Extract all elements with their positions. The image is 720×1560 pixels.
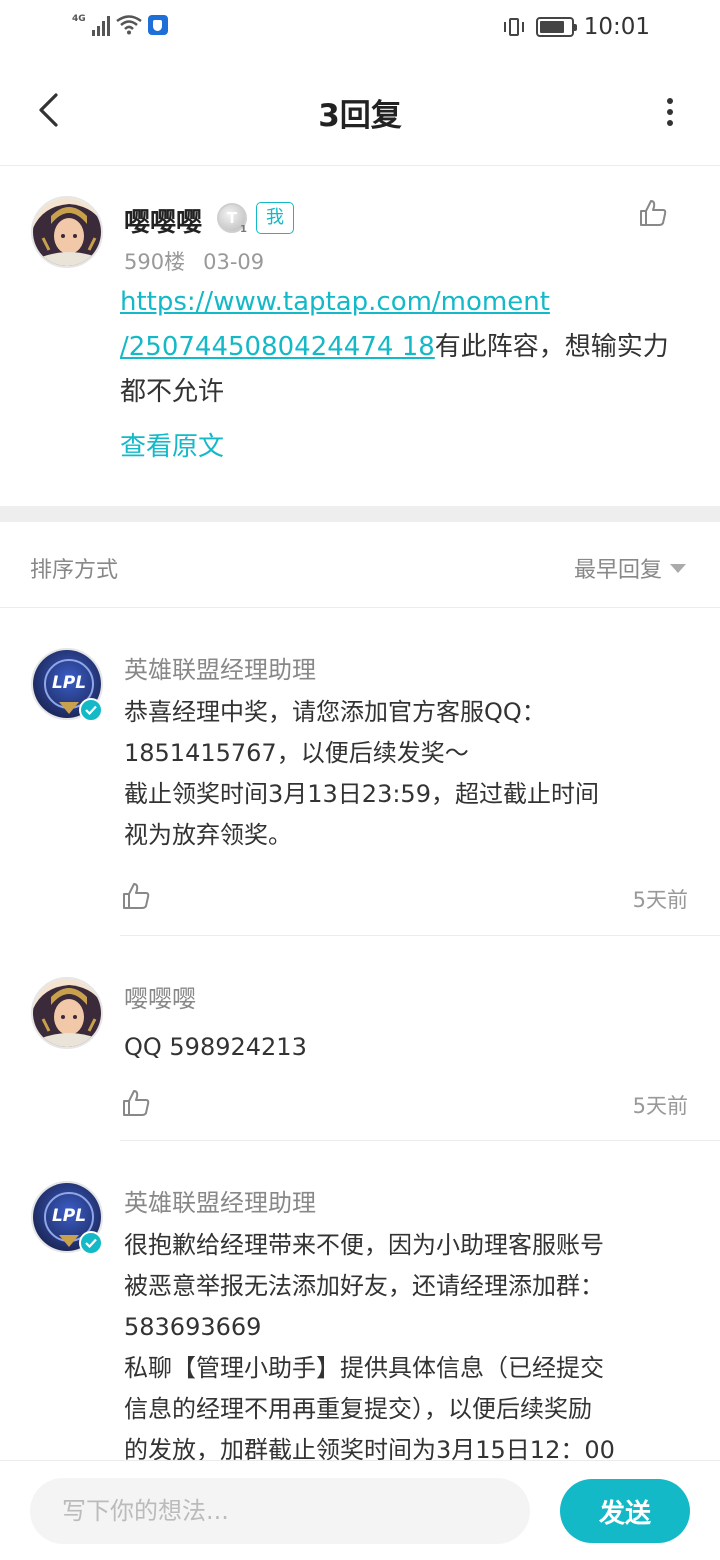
avatar[interactable] xyxy=(31,196,103,268)
sort-bar: 排序方式 最早回复 xyxy=(0,522,720,608)
reply-author[interactable]: 嘤嘤嘤 xyxy=(124,979,196,1014)
reply-divider xyxy=(120,935,720,936)
dot xyxy=(667,98,673,104)
battery-fill xyxy=(539,21,564,33)
verified-badge-icon xyxy=(79,1231,103,1255)
page-title: 3回复 xyxy=(318,98,402,134)
reply-author[interactable]: 英雄联盟经理助理 xyxy=(124,650,316,685)
post-author-name[interactable]: 嘤嘤嘤 xyxy=(124,202,202,239)
vibrate-icon xyxy=(502,16,526,38)
send-button[interactable]: 发送 xyxy=(560,1479,690,1543)
link-line-2: /2507445080424474 18 xyxy=(120,332,435,362)
wifi-icon xyxy=(115,15,142,35)
status-left: 4G xyxy=(72,14,168,36)
reply-text: 恭喜经理中奖，请您添加官方客服QQ： 1851415767，以便后续发奖～ 截止… xyxy=(124,698,599,849)
reply-divider xyxy=(120,1140,720,1141)
network-type: 4G xyxy=(72,14,86,24)
post-content: https://www.taptap.com/moment/2507445080… xyxy=(120,280,680,415)
level-letter: T xyxy=(226,209,238,227)
status-bar: 4G 10:01 xyxy=(0,0,720,56)
level-badge: T 1 xyxy=(217,203,247,235)
caret-down-icon xyxy=(670,563,686,573)
dot xyxy=(667,120,673,126)
sort-dropdown[interactable]: 最早回复 xyxy=(574,552,686,584)
thumbs-up-icon[interactable] xyxy=(121,881,151,911)
anime-girl-avatar-icon xyxy=(33,198,101,266)
signal-icon xyxy=(91,14,110,36)
dot xyxy=(667,109,673,115)
security-shield-icon xyxy=(147,15,168,35)
verified-badge-icon xyxy=(79,698,103,722)
post-meta: 590楼 03-09 xyxy=(124,246,264,276)
level-number: 1 xyxy=(240,224,247,235)
more-options-button[interactable] xyxy=(660,92,680,132)
link-line-1: https://www.taptap.com/moment xyxy=(120,287,550,317)
original-post: 嘤嘤嘤 T 1 我 590楼 03-09 https://www.taptap.c… xyxy=(0,166,720,506)
top-app-bar: 3回复 xyxy=(0,56,720,166)
section-divider xyxy=(0,506,720,522)
floor-number: 590楼 xyxy=(124,250,186,274)
sort-label: 排序方式 xyxy=(30,558,119,583)
comment-input[interactable] xyxy=(30,1478,530,1544)
thumbs-up-icon[interactable] xyxy=(121,1088,151,1118)
post-date: 03-09 xyxy=(203,250,265,274)
status-right: 10:01 xyxy=(502,14,650,40)
reply-text: QQ 598924213 xyxy=(124,1033,307,1061)
thumbs-up-icon[interactable] xyxy=(638,198,668,228)
reply-time: 5天前 xyxy=(632,888,688,912)
comment-bar: 发送 xyxy=(0,1460,720,1560)
svg-text:LPL: LPL xyxy=(52,1206,86,1226)
reply-time: 5天前 xyxy=(632,1094,688,1118)
clock: 10:01 xyxy=(583,14,650,40)
battery-icon xyxy=(535,17,577,37)
anime-girl-avatar-icon xyxy=(33,979,101,1047)
sort-value: 最早回复 xyxy=(573,558,662,583)
reply-item: LPL 英雄联盟经理助理 很抱歉给经理带来不便，因为小助理客服账号 被恶意举报无… xyxy=(0,1181,720,1460)
me-tag: 我 xyxy=(256,202,294,234)
avatar[interactable] xyxy=(31,977,103,1049)
view-original-link[interactable]: 查看原文 xyxy=(120,426,224,463)
svg-text:LPL: LPL xyxy=(52,673,86,693)
reply-text: 很抱歉给经理带来不便，因为小助理客服账号 被恶意举报无法添加好友，还请经理添加群… xyxy=(124,1231,615,1460)
reply-author[interactable]: 英雄联盟经理助理 xyxy=(124,1183,316,1218)
